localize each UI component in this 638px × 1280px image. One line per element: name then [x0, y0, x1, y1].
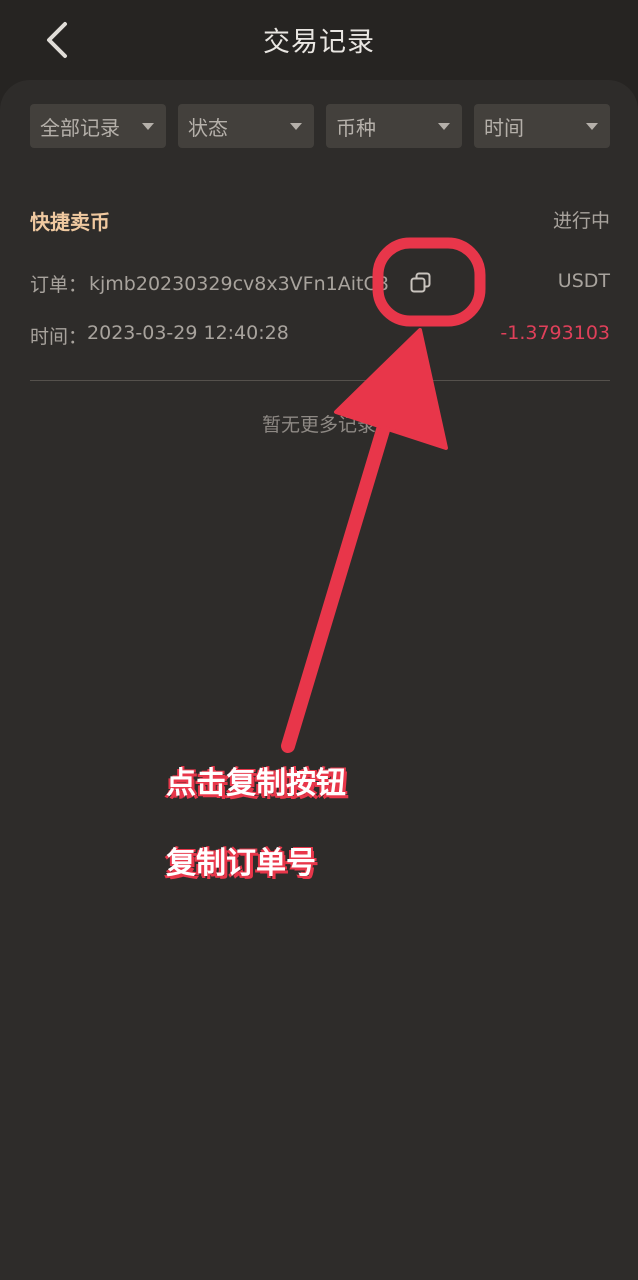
no-more-records: 暂无更多记录 — [261, 414, 376, 436]
filter-label: 全部记录 — [40, 115, 120, 140]
time-label: 时间： — [30, 326, 88, 348]
filter-currency[interactable]: 币种 — [326, 104, 462, 148]
filter-label: 时间 — [484, 115, 524, 140]
annotation-line-1: 点击复制按钮 — [166, 766, 346, 801]
record-type: 快捷卖币 — [30, 210, 110, 234]
record-status: 进行中 — [552, 210, 610, 232]
time-row: 时间： 2023-03-29 12:40:28 — [30, 322, 289, 349]
annotation-line-2: 复制订单号 — [166, 846, 316, 881]
filter-status[interactable]: 状态 — [178, 104, 314, 148]
copy-button[interactable] — [406, 268, 436, 298]
divider — [30, 380, 610, 381]
filter-bar: 全部记录 状态 币种 时间 — [30, 104, 610, 148]
caret-down-icon — [586, 122, 598, 130]
copy-icon — [410, 272, 431, 293]
records-panel: 全部记录 状态 币种 时间 快捷卖币 进行中 订单： kjmb20230329c… — [0, 80, 638, 1280]
filter-label: 状态 — [188, 115, 228, 140]
order-label: 订单： — [30, 274, 88, 296]
order-row: 订单： kjmb20230329cv8x3VFn1AitC8 — [30, 270, 389, 297]
filter-time[interactable]: 时间 — [474, 104, 610, 148]
filter-all-records[interactable]: 全部记录 — [30, 104, 166, 148]
app-header: 交易记录 — [0, 0, 638, 80]
currency-label: USDT — [557, 270, 610, 292]
filter-label: 币种 — [336, 115, 376, 140]
caret-down-icon — [438, 122, 450, 130]
amount-value: -1.3793103 — [500, 322, 610, 344]
time-value: 2023-03-29 12:40:28 — [87, 322, 289, 344]
order-number: kjmb20230329cv8x3VFn1AitC8 — [89, 272, 389, 295]
caret-down-icon — [290, 122, 302, 130]
page-title: 交易记录 — [263, 27, 375, 58]
caret-down-icon — [142, 122, 154, 130]
